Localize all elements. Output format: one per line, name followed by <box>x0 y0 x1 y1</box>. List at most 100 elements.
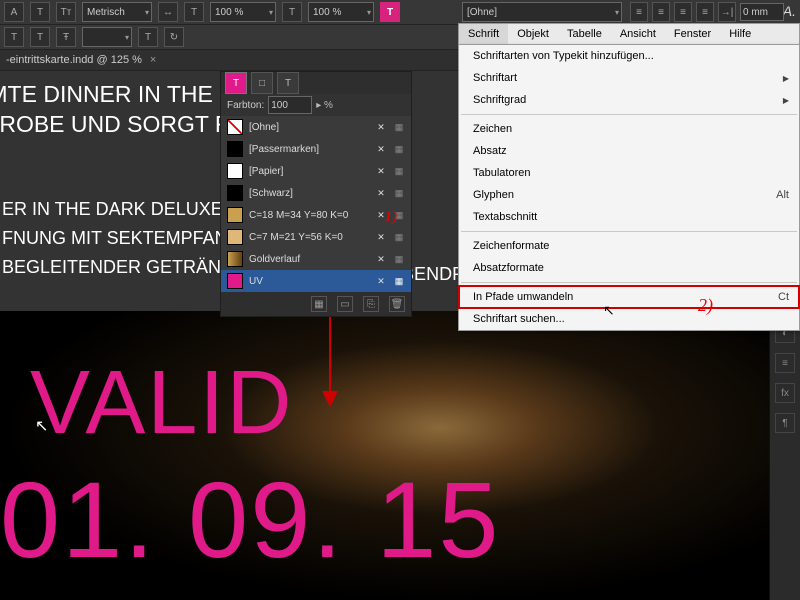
swatch-color-icon <box>227 119 243 135</box>
swatch-row[interactable]: [Passermarken]✕▦ <box>221 138 411 160</box>
menu-item[interactable]: Schriftart▶ <box>459 67 799 89</box>
new-swatch-icon[interactable]: ⎘ <box>363 296 379 312</box>
tint-input[interactable] <box>268 96 312 114</box>
swatches-panel[interactable]: T □ T Farbton: ▸ % [Ohne]✕▦[Passermarken… <box>220 71 412 317</box>
shortcut-label: Alt <box>776 189 789 201</box>
align-right-icon[interactable]: ≡ <box>674 2 692 22</box>
tt-icon[interactable]: T <box>30 27 50 47</box>
new-group-icon[interactable]: ▭ <box>337 296 353 312</box>
swatch-color-icon <box>227 273 243 289</box>
swatch-row[interactable]: [Schwarz]✕▦ <box>221 182 411 204</box>
kerning-select[interactable]: Metrisch <box>82 2 152 22</box>
swatch-list[interactable]: [Ohne]✕▦[Passermarken]✕▦[Papier]✕▦[Schwa… <box>221 116 411 292</box>
vscale-select[interactable]: 100 % <box>308 2 374 22</box>
swatch-color-icon <box>227 185 243 201</box>
swatch-color-icon <box>227 141 243 157</box>
menu-item[interactable]: Schriftarten von Typekit hinzufügen... <box>459 45 799 67</box>
char-icon[interactable]: A <box>4 2 24 22</box>
delete-swatch-icon[interactable]: 🗑 <box>389 296 405 312</box>
baseline-icon[interactable]: T <box>184 2 204 22</box>
swatch-type-icon: ▦ <box>393 187 405 199</box>
photo-area[interactable]: VALID 01. 09. 15 <box>0 311 800 600</box>
skew-icon[interactable]: T <box>138 27 158 47</box>
swatch-color-icon <box>227 229 243 245</box>
aux-select[interactable] <box>82 27 132 47</box>
menu-tabelle[interactable]: Tabelle <box>558 24 611 44</box>
menu-separator <box>461 114 797 115</box>
panel-tab-row: T □ T <box>221 72 411 94</box>
document-title: -eintrittskarte.indd @ 125 % <box>6 54 142 66</box>
char-style-select[interactable]: [Ohne] <box>462 2 622 22</box>
menu-item[interactable]: Textabschnitt <box>459 206 799 228</box>
fill-tab-icon[interactable]: T <box>225 72 247 94</box>
menu-item[interactable]: Schriftart suchen... <box>459 308 799 330</box>
cursor-icon: ↖ <box>35 416 48 436</box>
menu-item[interactable]: Absatz <box>459 140 799 162</box>
indent-icon[interactable]: →| <box>718 2 736 22</box>
tint-row: Farbton: ▸ % <box>221 94 411 116</box>
menu-item[interactable]: In Pfade umwandelnCt <box>459 286 799 308</box>
align-center-icon[interactable]: ≡ <box>652 2 670 22</box>
side-icon-2[interactable]: ≡ <box>775 353 795 373</box>
fill-color-icon[interactable]: T <box>380 2 400 22</box>
swatch-lock-icon: ✕ <box>375 275 387 287</box>
swatch-color-icon <box>227 251 243 267</box>
swatch-row[interactable]: UV✕▦ <box>221 270 411 292</box>
hscale-select[interactable]: 100 % <box>210 2 276 22</box>
bullet-list[interactable]: ER IN THE DARK DELUXE FNUNG MIT SEKTEMPF… <box>0 191 245 286</box>
percent-label: ▸ % <box>316 100 333 111</box>
swatch-row[interactable]: Goldverlauf✕▦ <box>221 248 411 270</box>
menu-objekt[interactable]: Objekt <box>508 24 558 44</box>
swatch-label: Goldverlauf <box>249 254 369 265</box>
menu-schrift[interactable]: Schrift <box>459 24 508 44</box>
menu-hilfe[interactable]: Hilfe <box>720 24 760 44</box>
swatch-label: C=18 M=34 Y=80 K=0 <box>249 210 369 221</box>
menu-fenster[interactable]: Fenster <box>665 24 720 44</box>
swatch-row[interactable]: [Ohne]✕▦ <box>221 116 411 138</box>
swatch-type-icon: ▦ <box>393 275 405 287</box>
annotation-1: 1) <box>385 209 398 226</box>
menu-ansicht[interactable]: Ansicht <box>611 24 665 44</box>
swatch-lock-icon: ✕ <box>375 143 387 155</box>
swatch-color-icon <box>227 163 243 179</box>
menu-item[interactable]: Schriftgrad▶ <box>459 89 799 111</box>
app-menubar[interactable]: Schrift Objekt Tabelle Ansicht Fenster H… <box>458 23 800 45</box>
menu-item[interactable]: GlyphenAlt <box>459 184 799 206</box>
swatch-row[interactable]: C=7 M=21 Y=56 K=0✕▦ <box>221 226 411 248</box>
swatch-type-icon: ▦ <box>393 165 405 177</box>
vscale-icon[interactable]: T <box>282 2 302 22</box>
rotate-icon[interactable]: ↻ <box>164 27 184 47</box>
valid-text[interactable]: VALID <box>30 361 293 447</box>
swatch-lock-icon: ✕ <box>375 165 387 177</box>
text-fill-tab-icon[interactable]: T <box>277 72 299 94</box>
side-icon-4[interactable]: ¶ <box>775 413 795 433</box>
menu-item[interactable]: Zeichenformate <box>459 235 799 257</box>
show-options-icon[interactable]: ▦ <box>311 296 327 312</box>
tint-label: Farbton: <box>227 100 264 111</box>
side-icon-3[interactable]: fx <box>775 383 795 403</box>
close-tab-icon[interactable]: × <box>150 54 156 66</box>
menu-item[interactable]: Absatzformate <box>459 257 799 279</box>
t-icon[interactable]: T <box>4 27 24 47</box>
submenu-arrow-icon: ▶ <box>783 74 789 83</box>
schrift-dropdown[interactable]: Schriftarten von Typekit hinzufügen...Sc… <box>458 44 800 331</box>
underline-icon[interactable]: T <box>30 2 50 22</box>
swatch-lock-icon: ✕ <box>375 231 387 243</box>
swatch-type-icon: ▦ <box>393 143 405 155</box>
date-text[interactable]: 01. 09. 15 <box>0 466 500 574</box>
inset-input[interactable] <box>740 3 784 21</box>
smallcaps-icon[interactable]: Tᴛ <box>56 2 76 22</box>
swatch-row[interactable]: [Papier]✕▦ <box>221 160 411 182</box>
strike-icon[interactable]: Ŧ <box>56 27 76 47</box>
swatch-color-icon <box>227 207 243 223</box>
menu-item[interactable]: Zeichen <box>459 118 799 140</box>
justify-icon[interactable]: ≡ <box>696 2 714 22</box>
tracking-icon[interactable]: ↔ <box>158 2 178 22</box>
menu-item[interactable]: Tabulatoren <box>459 162 799 184</box>
swatch-row[interactable]: C=18 M=34 Y=80 K=0✕▦ <box>221 204 411 226</box>
align-left-icon[interactable]: ≡ <box>630 2 648 22</box>
stroke-tab-icon[interactable]: □ <box>251 72 273 94</box>
swatch-label: C=7 M=21 Y=56 K=0 <box>249 232 369 243</box>
side-panel-strip: ◐ ≡ fx ¶ <box>769 315 800 600</box>
swatch-label: [Ohne] <box>249 122 369 133</box>
